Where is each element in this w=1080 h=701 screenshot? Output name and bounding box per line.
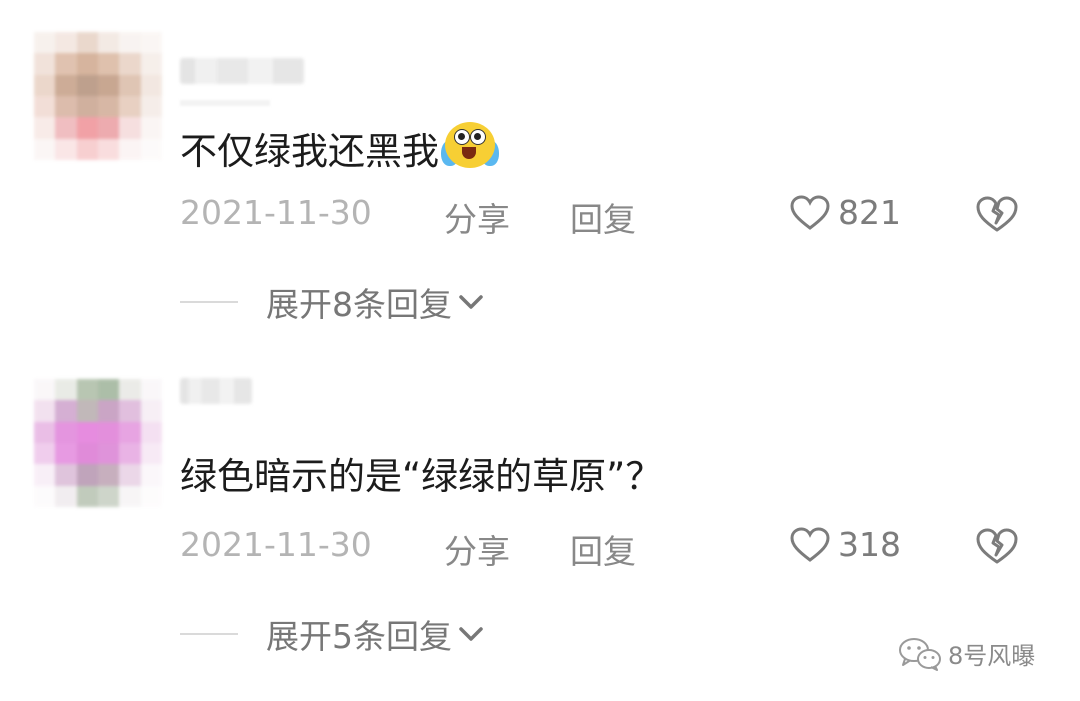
broken-heart-icon: [976, 528, 1018, 564]
watermark: 8号风曝: [898, 636, 1035, 671]
expand-replies-button[interactable]: 展开8条回复: [180, 280, 484, 324]
reply-button[interactable]: 回复: [570, 193, 636, 241]
chevron-down-icon: [459, 295, 483, 309]
dislike-button[interactable]: [975, 195, 1019, 241]
like-button[interactable]: 318: [790, 525, 901, 564]
wechat-icon: [899, 637, 941, 671]
chevron-down-icon: [459, 627, 483, 641]
divider-line: [180, 301, 238, 303]
heart-outline-icon: [790, 194, 830, 230]
username[interactable]: [180, 378, 252, 404]
share-button[interactable]: 分享: [444, 193, 510, 241]
dislike-button[interactable]: [975, 527, 1019, 573]
comment-text-content: 不仅绿我还黑我: [180, 130, 439, 173]
divider-line: [180, 633, 238, 635]
broken-heart-icon: [976, 196, 1018, 232]
comment-meta: 2021-11-30 分享 回复 821: [180, 193, 1040, 239]
avatar[interactable]: [34, 32, 162, 160]
comment-text: 不仅绿我还黑我: [180, 120, 499, 174]
username[interactable]: [180, 58, 304, 84]
expand-replies-label: 展开8条回复: [266, 285, 452, 324]
username-shadow: [180, 100, 270, 106]
watermark-text: 8号风曝: [948, 642, 1036, 670]
expand-replies-button[interactable]: 展开5条回复: [180, 612, 484, 656]
expand-replies-label: 展开5条回复: [266, 617, 452, 656]
comment-meta: 2021-11-30 分享 回复 318: [180, 525, 1040, 571]
like-count: 821: [838, 193, 901, 232]
like-button[interactable]: 821: [790, 193, 901, 232]
like-count: 318: [838, 525, 901, 564]
avatar[interactable]: [34, 379, 162, 507]
tears-of-joy-emoji: [441, 120, 499, 170]
comment-date: 2021-11-30: [180, 193, 372, 232]
share-button[interactable]: 分享: [444, 525, 510, 573]
comment-text-content: 绿色暗示的是“绿绿的草原”？: [180, 455, 663, 498]
heart-outline-icon: [790, 526, 830, 562]
reply-button[interactable]: 回复: [570, 525, 636, 573]
comment-date: 2021-11-30: [180, 525, 372, 564]
comment-text: 绿色暗示的是“绿绿的草原”？: [180, 455, 662, 499]
